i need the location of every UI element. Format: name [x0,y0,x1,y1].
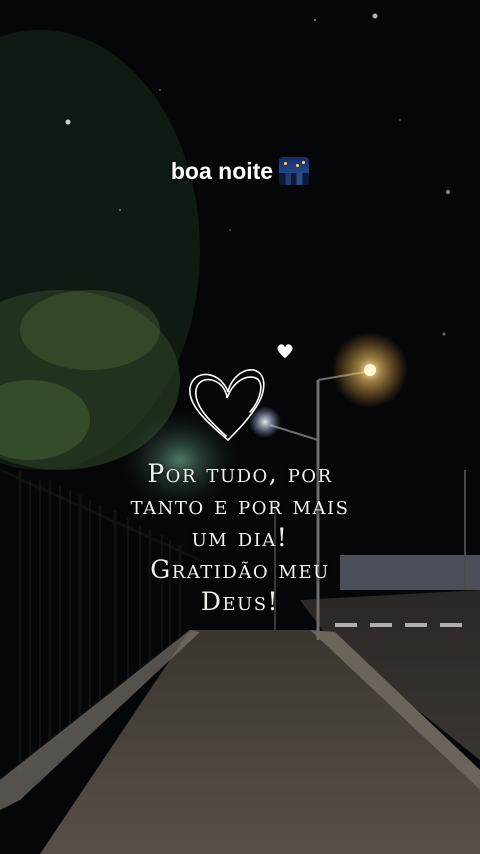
quote-line: um dia! [191,523,289,552]
caption-boa-noite: boa noite [0,157,480,185]
photo-scene: boa noite Por tudo, por tanto e por mais… [0,0,480,854]
heart-icon [277,344,293,359]
heart-outline-icon [189,369,265,441]
quote-line: tanto e por mais [130,491,350,520]
quote-line: Deus! [200,587,280,616]
quote-line: Por tudo, por [147,459,333,488]
night-city-emoji-icon [279,157,310,185]
caption-text: boa noite [170,158,274,184]
quote-line: Gratidão meu [150,555,330,584]
gratitude-quote: Por tudo, por tanto e por mais um dia! G… [70,458,410,618]
